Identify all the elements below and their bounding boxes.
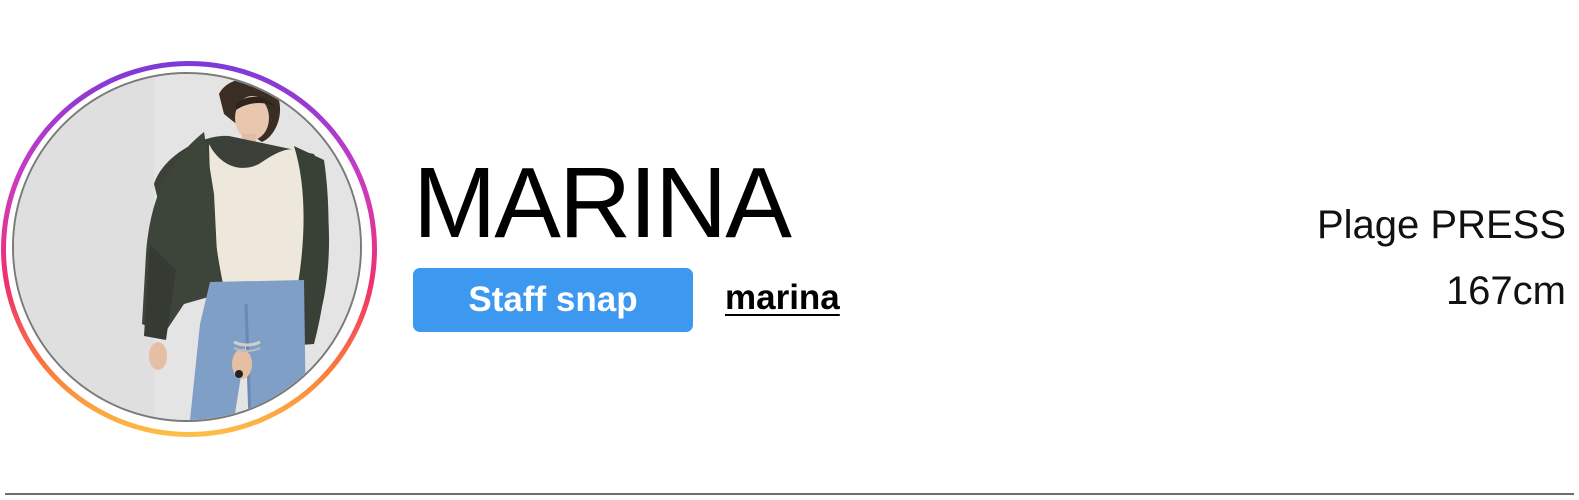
profile-meta: Plage PRESS 167cm — [1317, 192, 1566, 324]
section-divider — [5, 493, 1574, 495]
avatar-story-ring[interactable] — [1, 61, 377, 437]
profile-display-name: MARINA — [413, 147, 792, 259]
affiliation-text: Plage PRESS — [1316, 203, 1566, 247]
profile-photo-icon — [14, 74, 360, 420]
username-link[interactable]: marina — [725, 276, 840, 320]
height-text: 167cm — [1445, 269, 1566, 313]
staff-snap-button[interactable]: Staff snap — [413, 268, 693, 332]
avatar[interactable] — [12, 72, 362, 422]
